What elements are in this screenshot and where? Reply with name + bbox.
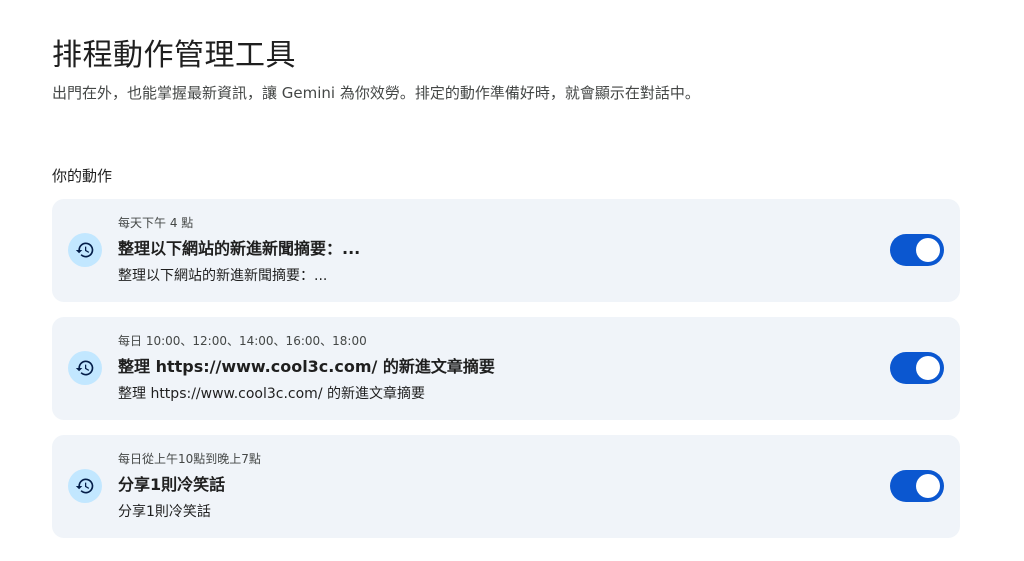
action-description: 整理 https://www.cool3c.com/ 的新進文章摘要 — [118, 386, 425, 402]
action-schedule: 每日 10:00、12:00、14:00、16:00、18:00 — [118, 334, 367, 348]
schedule-history-icon — [68, 469, 102, 503]
schedule-history-icon — [68, 233, 102, 267]
action-enabled-toggle[interactable] — [890, 234, 944, 266]
action-card[interactable]: 每日 10:00、12:00、14:00、16:00、18:00 整理 http… — [52, 317, 960, 420]
toggle-knob — [916, 238, 940, 262]
action-list: 每天下午 4 點 整理以下網站的新進新聞摘要：... 整理以下網站的新進新聞摘要… — [52, 199, 960, 538]
toggle-knob — [916, 356, 940, 380]
action-enabled-toggle[interactable] — [890, 352, 944, 384]
page-title: 排程動作管理工具 — [52, 38, 296, 73]
action-text: 每天下午 4 點 整理以下網站的新進新聞摘要：... 整理以下網站的新進新聞摘要… — [118, 216, 858, 285]
action-text: 每日從上午10點到晚上7點 分享1則冷笑話 分享1則冷笑話 — [118, 452, 858, 521]
action-card[interactable]: 每日從上午10點到晚上7點 分享1則冷笑話 分享1則冷笑話 — [52, 435, 960, 538]
action-enabled-toggle[interactable] — [890, 470, 944, 502]
section-title: 你的動作 — [52, 167, 113, 185]
action-description: 分享1則冷笑話 — [118, 504, 211, 520]
action-card[interactable]: 每天下午 4 點 整理以下網站的新進新聞摘要：... 整理以下網站的新進新聞摘要… — [52, 199, 960, 302]
toggle-knob — [916, 474, 940, 498]
action-title: 分享1則冷笑話 — [118, 475, 226, 494]
scheduled-actions-page: 排程動作管理工具 出門在外，也能掌握最新資訊，讓 Gemini 為你效勞。排定的… — [0, 0, 1024, 561]
action-text: 每日 10:00、12:00、14:00、16:00、18:00 整理 http… — [118, 334, 858, 403]
action-title: 整理 https://www.cool3c.com/ 的新進文章摘要 — [118, 357, 495, 376]
action-schedule: 每日從上午10點到晚上7點 — [118, 452, 261, 466]
action-title: 整理以下網站的新進新聞摘要：... — [118, 239, 361, 258]
schedule-history-icon — [68, 351, 102, 385]
action-description: 整理以下網站的新進新聞摘要：... — [118, 268, 328, 284]
action-schedule: 每天下午 4 點 — [118, 216, 194, 230]
page-subtitle: 出門在外，也能掌握最新資訊，讓 Gemini 為你效勞。排定的動作準備好時，就會… — [52, 84, 700, 102]
